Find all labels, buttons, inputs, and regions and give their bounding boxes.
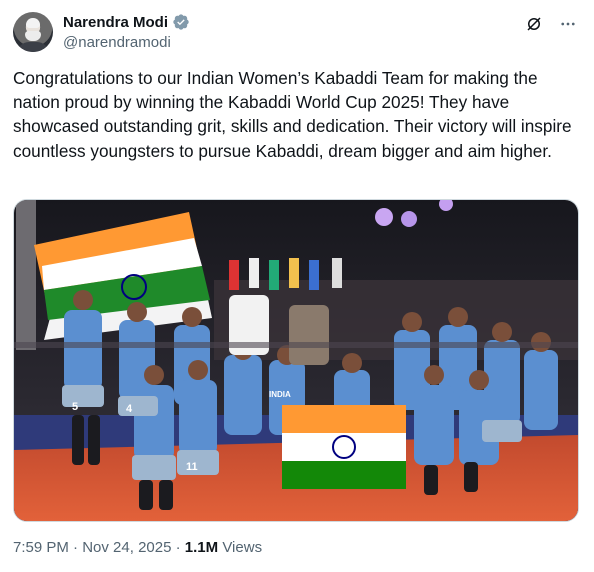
views-count: 1.1M bbox=[184, 539, 219, 556]
tweet-time[interactable]: 7:59 PM bbox=[13, 539, 69, 556]
author-name[interactable]: Narendra Modi bbox=[63, 14, 168, 31]
author-avatar[interactable] bbox=[13, 12, 53, 52]
jersey-number: 11 bbox=[186, 461, 198, 473]
grok-icon[interactable] bbox=[524, 14, 544, 34]
author-handle[interactable]: @narendramodi bbox=[63, 34, 171, 51]
verified-badge-icon bbox=[173, 14, 189, 30]
author-name-row: Narendra Modi bbox=[63, 13, 190, 31]
tweet-photo[interactable]: 5 4 11 INDIA bbox=[13, 199, 579, 522]
indian-flag-held bbox=[282, 405, 406, 489]
jersey-number: 4 bbox=[126, 403, 133, 415]
meta-separator: · bbox=[175, 539, 181, 556]
views-label: Views bbox=[222, 539, 263, 556]
tweet-date[interactable]: Nov 24, 2025 bbox=[82, 539, 171, 556]
tweet-text: Congratulations to our Indian Women’s Ka… bbox=[13, 68, 577, 161]
meta-separator: · bbox=[73, 539, 79, 556]
jersey-number: 5 bbox=[72, 401, 78, 413]
tweet-meta: 7:59 PM · Nov 24, 2025 · 1.1M Views bbox=[13, 539, 262, 556]
jersey-text: INDIA bbox=[269, 390, 291, 399]
more-options-icon[interactable] bbox=[558, 14, 578, 34]
team-celebration-photo: 5 4 11 INDIA bbox=[14, 200, 578, 521]
tweet-actions bbox=[524, 14, 578, 34]
